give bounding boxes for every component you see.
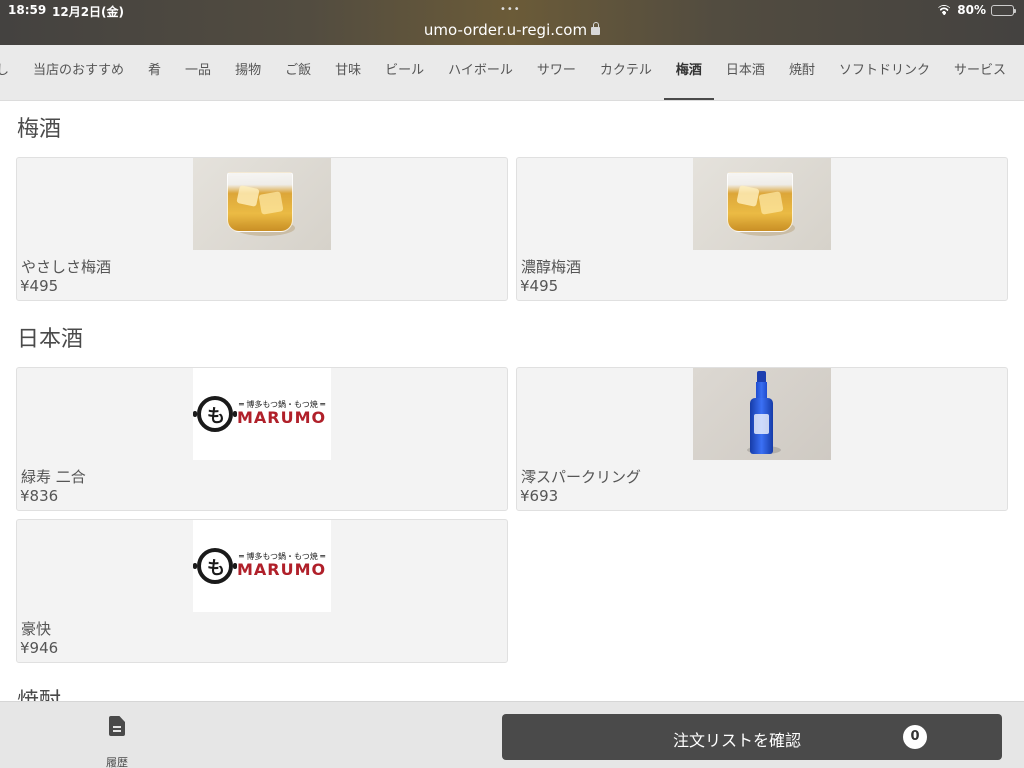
item-price: ¥836 bbox=[20, 487, 59, 505]
marumo-logo-mark: も bbox=[193, 548, 237, 584]
umeshu-glass-image bbox=[693, 158, 831, 250]
tab-category[interactable]: 梅酒 bbox=[663, 45, 714, 100]
marumo-logo-image: も ═ 博多もつ鍋・もつ焼 ═ MARUMO bbox=[193, 368, 331, 460]
item-price: ¥495 bbox=[20, 277, 59, 295]
lock-icon bbox=[591, 22, 601, 35]
sake-bottle-image bbox=[693, 368, 831, 460]
menu-item-card[interactable]: も ═ 博多もつ鍋・もつ焼 ═ MARUMO 緑寿 二合 ¥836 bbox=[16, 367, 508, 511]
order-count-badge: 0 bbox=[903, 725, 927, 749]
tab-category[interactable]: サワー bbox=[525, 45, 588, 100]
tab-category[interactable]: 日本酒 bbox=[714, 45, 777, 100]
view-order-list-button[interactable]: 注文リストを確認 0 bbox=[502, 714, 1002, 760]
logo-glyph: も bbox=[207, 406, 225, 427]
tab-category[interactable]: 一品 bbox=[173, 45, 223, 100]
item-name: 濃醇梅酒 bbox=[521, 258, 582, 276]
ice-cube bbox=[236, 185, 260, 207]
glass-icon bbox=[227, 172, 293, 232]
wifi-icon bbox=[936, 5, 952, 16]
history-label: 履歴 bbox=[106, 756, 128, 768]
status-indicators: 80% bbox=[936, 3, 1016, 17]
section-title-shochu: 焼酎 bbox=[17, 683, 61, 701]
order-button-label: 注文リストを確認 bbox=[672, 731, 801, 750]
logo-glyph: も bbox=[207, 558, 225, 579]
menu-item-card[interactable]: 澪スパークリング ¥693 bbox=[516, 367, 1008, 511]
marumo-logo-image: も ═ 博多もつ鍋・もつ焼 ═ MARUMO bbox=[193, 520, 331, 612]
ice-cube bbox=[758, 191, 784, 215]
item-price: ¥495 bbox=[520, 277, 559, 295]
browser-status-bar: 18:59 12月2日(金) ••• umo-order.u-regi.com … bbox=[0, 0, 1024, 45]
tab-category[interactable]: カクテル bbox=[588, 45, 664, 100]
status-time: 18:59 bbox=[8, 3, 47, 17]
tab-category[interactable]: 焼酎 bbox=[777, 45, 827, 100]
bottle-icon bbox=[750, 398, 773, 454]
document-icon bbox=[109, 716, 125, 736]
tab-category[interactable]: 甘味 bbox=[323, 45, 373, 100]
more-dots-icon[interactable]: ••• bbox=[500, 4, 521, 15]
tab-category[interactable]: ご飯 bbox=[273, 45, 323, 100]
menu-item-card[interactable]: も ═ 博多もつ鍋・もつ焼 ═ MARUMO 豪快 ¥946 bbox=[16, 519, 508, 663]
marumo-logo-mark: も bbox=[193, 396, 237, 432]
url-text[interactable]: umo-order.u-regi.com bbox=[424, 21, 587, 39]
menu-content[interactable]: 梅酒 やさしさ梅酒 ¥495 濃醇梅酒 ¥495 日本酒 も ═ 博多もつ鍋・も… bbox=[0, 101, 1024, 701]
menu-item-card[interactable]: 濃醇梅酒 ¥495 bbox=[516, 157, 1008, 301]
umeshu-glass-image bbox=[193, 158, 331, 250]
category-tabs-track: し当店のおすすめ肴一品揚物ご飯甘味ビールハイボールサワーカクテル梅酒日本酒焼酎ソ… bbox=[0, 45, 1018, 100]
section-title-umeshu: 梅酒 bbox=[17, 117, 62, 142]
item-name: やさしさ梅酒 bbox=[21, 258, 112, 276]
glass-icon bbox=[727, 172, 793, 232]
item-price: ¥693 bbox=[520, 487, 559, 505]
battery-icon bbox=[991, 4, 1016, 16]
logo-text: MARUMO bbox=[237, 408, 327, 427]
item-name: 豪快 bbox=[21, 620, 52, 638]
tab-category[interactable]: ソフトドリンク bbox=[827, 45, 942, 100]
bottle-label bbox=[754, 414, 769, 434]
section-title-nihonshu: 日本酒 bbox=[17, 327, 84, 352]
ice-cube bbox=[736, 185, 760, 207]
item-name: 緑寿 二合 bbox=[21, 468, 86, 486]
bottom-bar: 履歴 注文リストを確認 0 bbox=[0, 701, 1024, 768]
menu-item-card[interactable]: やさしさ梅酒 ¥495 bbox=[16, 157, 508, 301]
status-date: 12月2日(金) bbox=[52, 5, 125, 19]
tab-category[interactable]: 揚物 bbox=[223, 45, 273, 100]
tab-category[interactable]: 肴 bbox=[136, 45, 173, 100]
category-tabs[interactable]: し当店のおすすめ肴一品揚物ご飯甘味ビールハイボールサワーカクテル梅酒日本酒焼酎ソ… bbox=[0, 45, 1024, 101]
logo-text: MARUMO bbox=[237, 560, 327, 579]
tab-category[interactable]: 当店のおすすめ bbox=[21, 45, 136, 100]
tab-category[interactable]: し bbox=[0, 45, 21, 100]
ice-cube bbox=[258, 191, 284, 215]
history-button[interactable]: 履歴 bbox=[92, 712, 142, 768]
tab-category[interactable]: サービス bbox=[942, 45, 1018, 100]
address-bar[interactable]: umo-order.u-regi.com bbox=[0, 20, 1024, 39]
item-price: ¥946 bbox=[20, 639, 59, 657]
tab-category[interactable]: ハイボール bbox=[436, 45, 525, 100]
tab-category[interactable]: ビール bbox=[373, 45, 436, 100]
battery-percent: 80% bbox=[957, 3, 986, 17]
item-name: 澪スパークリング bbox=[521, 468, 642, 486]
